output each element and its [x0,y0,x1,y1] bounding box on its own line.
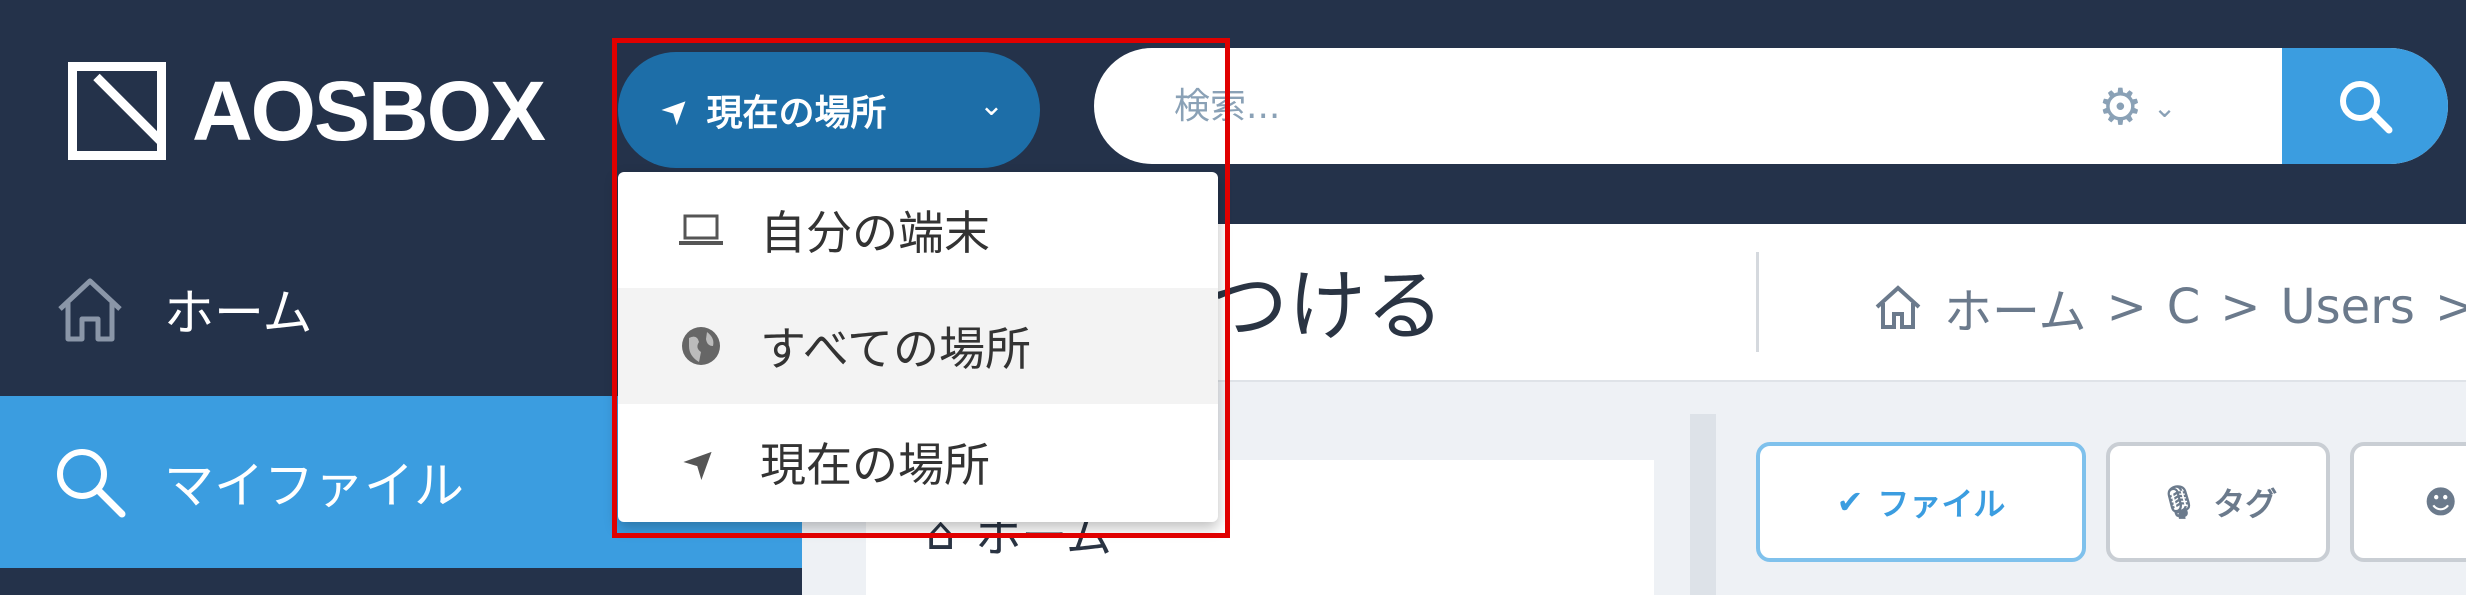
home-icon [1875,285,1921,329]
filter-emotion-button[interactable]: ☻ [2350,442,2466,562]
filter-label: ファイル [1877,485,2006,523]
breadcrumb-separator-icon: > [2434,279,2466,335]
filter-tag-button[interactable]: 🎙 タグ [2106,442,2330,562]
filter-file-button[interactable]: ✔ ファイル [1756,442,2086,562]
app-logo[interactable]: AOSBOX [68,62,546,160]
search-icon [2340,81,2393,134]
header-divider [1756,252,1759,352]
home-icon [52,271,130,347]
search-bar: ⚙ ⌄ [1094,48,2448,164]
breadcrumb: ホーム > C > Users > [1872,272,2466,342]
gear-icon: ⚙ [2098,78,2143,136]
search-icon [52,444,130,520]
breadcrumb-item[interactable]: Users [2281,279,2415,335]
search-settings-button[interactable]: ⚙ ⌄ [2098,78,2176,136]
breadcrumb-separator-icon: > [2220,279,2261,335]
search-button[interactable] [2282,48,2448,164]
breadcrumb-item[interactable]: ホーム [1944,272,2087,342]
top-bar: AOSBOX ➤ 現在の場所 ⌄ ⚙ ⌄ [0,0,2466,224]
microphone-icon: 🎙 [2158,483,2200,521]
logo-mark-icon [68,62,166,160]
sidebar-item-label: ホーム [164,284,313,342]
check-icon: ✔ [1836,483,1864,521]
sidebar-item-label: マイファイル [164,457,464,515]
breadcrumb-item[interactable]: C [2167,279,2201,335]
smiley-icon: ☻ [2424,483,2458,521]
highlight-box [612,38,1230,538]
panel-resizer[interactable] [1690,414,1716,595]
chevron-down-icon: ⌄ [2152,90,2177,124]
search-input[interactable] [1174,48,2074,164]
breadcrumb-separator-icon: > [2106,279,2147,335]
filter-label: タグ [2213,485,2278,523]
logo-text: AOSBOX [192,64,546,158]
